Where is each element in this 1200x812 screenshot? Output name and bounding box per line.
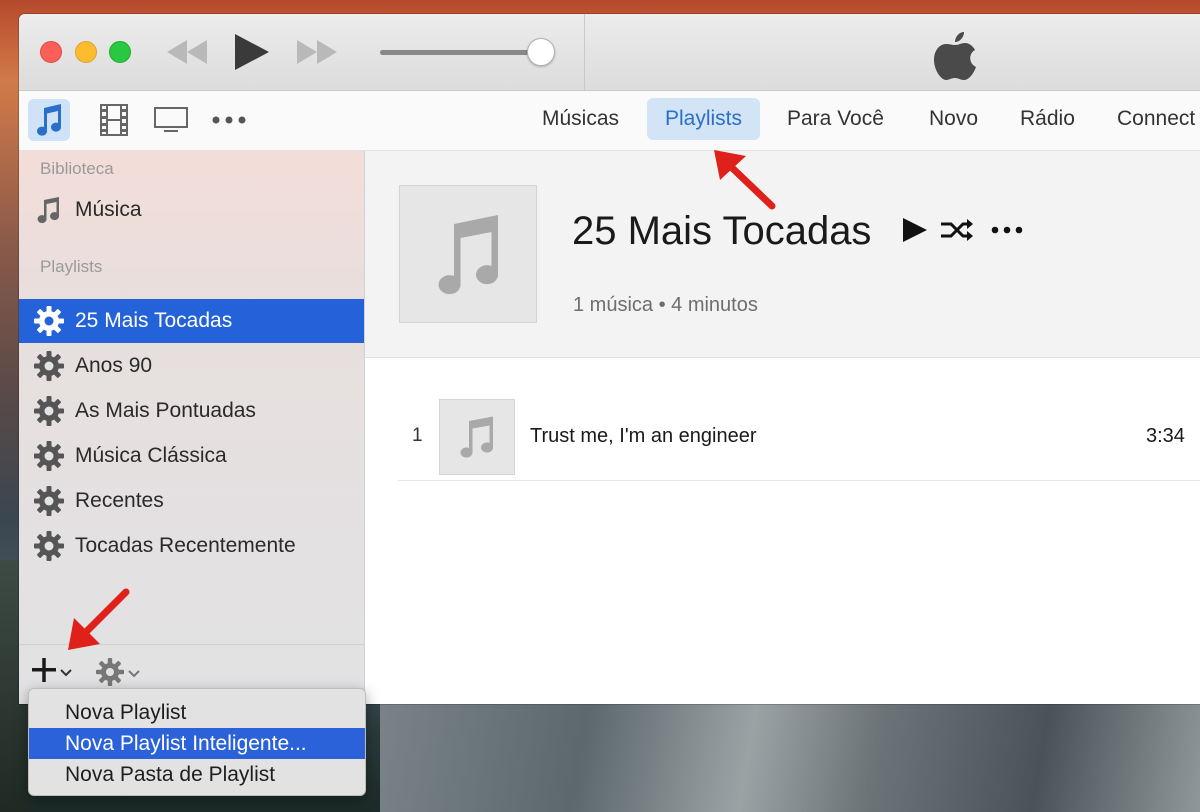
playlist-artwork	[399, 185, 537, 323]
media-more-button[interactable]	[208, 99, 250, 141]
add-playlist-menu: Nova Playlist Nova Playlist Inteligente.…	[28, 688, 366, 796]
apple-logo-icon	[931, 28, 979, 85]
playlist-title: 25 Mais Tocadas	[572, 209, 872, 253]
desktop-background-rock	[380, 700, 1200, 812]
tab-para-voce[interactable]: Para Você	[769, 98, 902, 140]
music-note-icon	[37, 104, 62, 136]
sidebar-item-as-mais-pontuadas[interactable]: As Mais Pontuadas	[19, 389, 364, 433]
gear-icon	[34, 351, 64, 381]
gear-icon	[34, 441, 64, 471]
play-icon	[235, 34, 269, 70]
sidebar-item-musica[interactable]: Música	[19, 188, 364, 232]
sidebar-item-label: Música Clássica	[75, 444, 227, 467]
playlist-meta: 1 música • 4 minutos	[573, 294, 758, 316]
title-bar	[19, 14, 1200, 91]
sidebar-item-25-mais-tocadas[interactable]: 25 Mais Tocadas	[19, 299, 364, 343]
media-tv-button[interactable]	[150, 99, 192, 141]
sidebar-item-label: 25 Mais Tocadas	[75, 309, 233, 332]
tab-musicas[interactable]: Músicas	[524, 98, 637, 140]
sidebar-heading-library: Biblioteca	[40, 159, 114, 178]
menu-item-nova-playlist-inteligente[interactable]: Nova Playlist Inteligente...	[29, 728, 365, 759]
track-number: 1	[412, 425, 423, 446]
sidebar-item-tocadas-recentemente[interactable]: Tocadas Recentemente	[19, 524, 364, 568]
sidebar-item-anos-90[interactable]: Anos 90	[19, 344, 364, 388]
zoom-window-button[interactable]	[109, 41, 131, 63]
music-note-icon	[438, 215, 499, 295]
nav-bar: Músicas Playlists Para Você Novo Rádio C…	[19, 91, 1200, 151]
sidebar-item-label: Anos 90	[75, 354, 153, 377]
minimize-window-button[interactable]	[75, 41, 97, 63]
sidebar-item-label: Tocadas Recentemente	[75, 534, 296, 557]
gear-chevron-icon	[96, 658, 140, 686]
tab-playlists[interactable]: Playlists	[647, 98, 761, 140]
main-content: 25 Mais Tocadas 1 música • 4 minutos 1 T…	[365, 151, 1200, 704]
sidebar-options-button[interactable]	[95, 657, 145, 692]
media-music-button[interactable]	[28, 99, 70, 141]
playlist-action-icons	[903, 218, 1023, 242]
volume-slider[interactable]	[380, 50, 544, 55]
music-note-icon	[37, 197, 60, 224]
film-icon	[100, 104, 128, 136]
playlist-header: 25 Mais Tocadas 1 música • 4 minutos	[365, 151, 1200, 358]
track-artwork	[439, 399, 515, 475]
close-window-button[interactable]	[40, 41, 62, 63]
itunes-window: Músicas Playlists Para Você Novo Rádio C…	[19, 14, 1200, 704]
sidebar-heading-playlists: Playlists	[40, 257, 103, 276]
music-note-icon	[460, 416, 494, 458]
sidebar-item-musica-classica[interactable]: Música Clássica	[19, 434, 364, 478]
annotation-arrow-icon	[714, 150, 776, 210]
add-playlist-button[interactable]	[31, 655, 77, 690]
media-movies-button[interactable]	[93, 99, 135, 141]
sidebar-item-label: Recentes	[75, 489, 164, 512]
rewind-icon	[167, 40, 207, 64]
gear-icon	[34, 306, 64, 336]
track-name: Trust me, I'm an engineer	[530, 425, 757, 447]
sidebar-item-recentes[interactable]: Recentes	[19, 479, 364, 523]
tv-icon	[154, 107, 188, 132]
player-controls-area	[19, 14, 585, 91]
gear-icon	[34, 396, 64, 426]
tab-radio[interactable]: Rádio	[1002, 98, 1093, 140]
table-row[interactable]: 1 Trust me, I'm an engineer 3:34	[398, 397, 1200, 481]
tab-connect[interactable]: Connect	[1099, 98, 1200, 140]
shuffle-icon[interactable]	[941, 219, 973, 241]
sidebar-item-label: As Mais Pontuadas	[75, 399, 256, 422]
track-duration: 3:34	[1146, 425, 1185, 447]
sidebar-item-label: Música	[75, 198, 142, 221]
more-icon[interactable]	[991, 226, 1023, 234]
fast-forward-button[interactable]	[295, 40, 339, 64]
play-button[interactable]	[233, 33, 271, 71]
gear-icon	[34, 531, 64, 561]
tab-novo[interactable]: Novo	[911, 98, 996, 140]
plus-chevron-icon	[32, 658, 72, 682]
annotation-arrow-icon	[68, 588, 130, 650]
menu-item-nova-pasta-de-playlist[interactable]: Nova Pasta de Playlist	[29, 759, 365, 790]
rewind-button[interactable]	[165, 40, 209, 64]
playlist-actions	[901, 215, 1031, 250]
fast-forward-icon	[297, 40, 337, 64]
gear-icon	[34, 486, 64, 516]
menu-item-nova-playlist[interactable]: Nova Playlist	[29, 697, 365, 728]
volume-slider-knob[interactable]	[527, 38, 555, 66]
more-icon	[212, 116, 246, 124]
play-icon[interactable]	[903, 218, 927, 242]
